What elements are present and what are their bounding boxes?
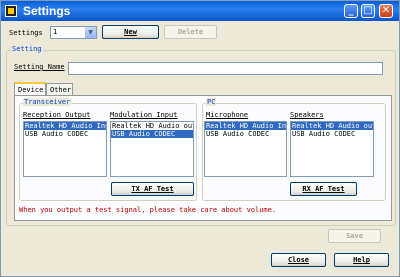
maximize-button[interactable]: □ [361, 4, 375, 18]
setting-name-label: Setting Name [14, 63, 65, 71]
microphone-list[interactable]: Realtek HD Audio Inp USB Audio CODEC [204, 121, 287, 177]
speakers-label: Speakers [290, 111, 324, 119]
microphone-label: Microphone [206, 111, 249, 119]
reception-output-label: Reception Output [23, 111, 91, 119]
list-item[interactable]: USB Audio CODEC [111, 130, 193, 138]
list-item[interactable]: USB Audio CODEC [205, 130, 286, 138]
window-title: Settings [23, 4, 71, 18]
tx-af-test-button[interactable]: TX AF Test [111, 182, 194, 196]
list-item[interactable]: USB Audio CODEC [291, 130, 373, 138]
close-button[interactable]: Close [271, 253, 326, 267]
rx-af-test-button[interactable]: RX AF Test [290, 182, 357, 196]
setting-name-input[interactable] [68, 62, 383, 75]
delete-button[interactable]: Delete [164, 25, 217, 39]
list-item[interactable]: USB Audio CODEC [24, 130, 106, 138]
settings-window: Settings _ □ ✕ Settings 1 ▼ New Delete S… [0, 0, 400, 277]
reception-output-list[interactable]: Realtek HD Audio Inp USB Audio CODEC [23, 121, 107, 177]
list-item[interactable]: Realtek HD Audio out [291, 122, 373, 130]
pc-group-title: PC [206, 98, 217, 106]
list-item[interactable]: Realtek HD Audio Inp [205, 122, 286, 130]
transceiver-group-title: Transceiver [23, 98, 72, 106]
close-window-button[interactable]: ✕ [379, 4, 393, 18]
speakers-list[interactable]: Realtek HD Audio out USB Audio CODEC [290, 121, 374, 177]
title-bar[interactable]: Settings _ □ ✕ [1, 1, 399, 21]
tab-device[interactable]: Device [14, 82, 46, 96]
list-item[interactable]: Realtek HD Audio Inp [24, 122, 106, 130]
save-button[interactable]: Save [328, 229, 381, 243]
settings-select[interactable]: 1 ▼ [50, 26, 97, 39]
setting-group-title: Setting [11, 45, 43, 53]
help-button[interactable]: Help [334, 253, 389, 267]
minimize-button[interactable]: _ [344, 4, 358, 18]
settings-label: Settings [9, 29, 43, 37]
new-button[interactable]: New [102, 25, 159, 39]
volume-warning-text: When you output a test signal, please ta… [19, 206, 277, 214]
app-icon [5, 5, 17, 17]
modulation-input-list[interactable]: Realtek HD Audio out USB Audio CODEC [110, 121, 194, 177]
list-item[interactable]: Realtek HD Audio out [111, 122, 193, 130]
chevron-down-icon[interactable]: ▼ [85, 27, 96, 38]
settings-select-value: 1 [53, 28, 58, 36]
modulation-input-label: Modulation Input [110, 111, 178, 119]
